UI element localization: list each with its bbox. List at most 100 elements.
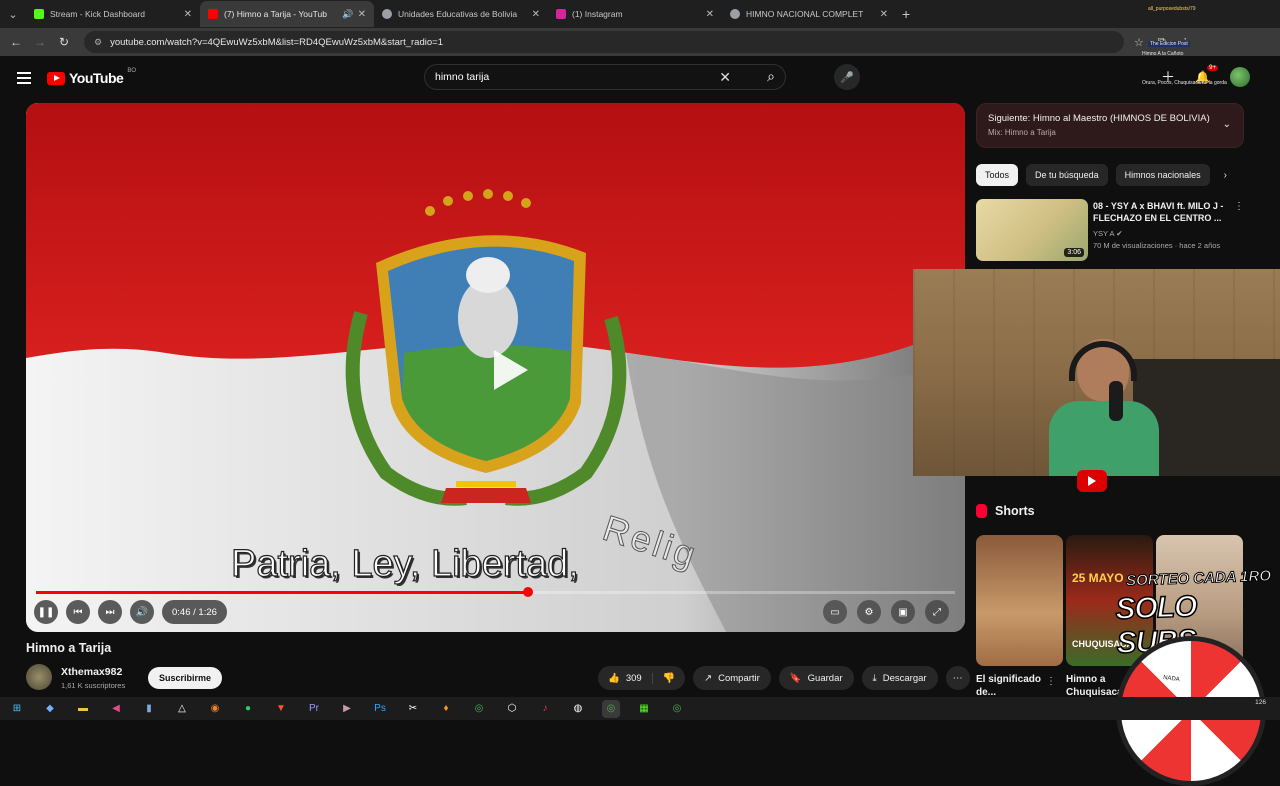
next-icon[interactable]: ⏭	[98, 600, 122, 624]
close-icon[interactable]: ✕	[184, 9, 192, 20]
close-icon[interactable]: ✕	[880, 9, 888, 20]
download-label: Descargar	[882, 672, 927, 684]
settings-icon[interactable]: ⚙	[857, 600, 881, 624]
globe-icon	[382, 9, 392, 19]
search-icon[interactable]: ⌕	[767, 68, 775, 85]
account-avatar[interactable]	[1230, 67, 1250, 87]
search-input[interactable]: himno tarija ✕ ⌕	[424, 64, 786, 90]
browser-tab-instagram[interactable]: (1) Instagram ✕	[548, 1, 722, 27]
youtube-play-icon	[1077, 470, 1107, 492]
capcut-icon[interactable]: ✂	[404, 700, 422, 718]
browser-tab-kick[interactable]: Stream - Kick Dashboard ✕	[26, 1, 200, 27]
like-dislike-group: 👍 309 👎	[598, 666, 686, 690]
subscribe-button[interactable]: Suscribirme	[148, 667, 223, 689]
chevron-right-icon[interactable]: ›	[1224, 170, 1227, 181]
close-icon[interactable]: ✕	[532, 9, 540, 20]
app-icon[interactable]: ▮	[140, 700, 158, 718]
streamer	[1049, 339, 1159, 476]
chip-search[interactable]: De tu búsqueda	[1026, 164, 1108, 186]
whatsapp-icon[interactable]: ●	[239, 700, 257, 718]
more-options-icon[interactable]: ⋮	[1046, 676, 1056, 687]
url-field[interactable]: ⚙ youtube.com/watch?v=4QEwuWz5xbM&list=R…	[84, 31, 1124, 53]
blender-icon[interactable]: ◉	[206, 700, 224, 718]
progress-scrubber[interactable]	[522, 587, 533, 597]
short-thumbnail[interactable]	[976, 535, 1063, 666]
browser-tab-youtube[interactable]: (7) Himno a Tarija - YouTub 🔊 ✕	[200, 1, 374, 27]
clear-icon[interactable]: ✕	[719, 69, 731, 86]
premiere-icon[interactable]: Pr	[305, 700, 323, 718]
app-icon[interactable]: ◍	[569, 700, 587, 718]
menu-icon[interactable]	[17, 72, 31, 84]
youtube-logo[interactable]: YouTube BO	[47, 68, 136, 86]
volume-icon[interactable]: 🔊	[130, 600, 154, 624]
save-button[interactable]: 🔖 Guardar	[778, 666, 854, 690]
channel-avatar[interactable]	[26, 664, 52, 690]
app-icon[interactable]: ♦	[437, 700, 455, 718]
download-button[interactable]: ⤓ Descargar	[861, 666, 938, 690]
copilot-icon[interactable]: ◆	[41, 700, 59, 718]
app-icon[interactable]: ▶	[338, 700, 356, 718]
share-button[interactable]: ↗ Compartir	[693, 666, 771, 690]
app-icon[interactable]: △	[173, 700, 191, 718]
more-actions-icon[interactable]: ⋯	[945, 666, 970, 690]
app-icon[interactable]: ▦	[635, 700, 653, 718]
browser-tab-unidades[interactable]: Unidades Educativas de Bolivia ✕	[374, 1, 548, 27]
browser-tab-himno[interactable]: HIMNO NACIONAL COMPLET ✕	[722, 1, 896, 27]
speaker-icon[interactable]: 🔊	[342, 9, 353, 20]
video-title: Himno a Tarija	[26, 641, 112, 655]
new-tab-icon[interactable]: +	[902, 6, 910, 22]
tiktok-icon[interactable]: ♪	[536, 700, 554, 718]
like-button[interactable]: 👍 309	[598, 672, 653, 684]
pause-icon[interactable]: ❚❚	[34, 600, 58, 624]
url-text: youtube.com/watch?v=4QEwuWz5xbM&list=RD4…	[110, 36, 443, 48]
site-info-icon[interactable]: ⚙	[94, 37, 102, 48]
like-count: 309	[625, 672, 642, 684]
shorts-title: Shorts	[995, 504, 1035, 518]
tab-search-icon[interactable]: ⌄	[0, 3, 26, 25]
forward-icon[interactable]: →	[28, 35, 52, 49]
file-explorer-icon[interactable]: ▬	[74, 700, 92, 718]
windows-start-icon[interactable]: ⊞	[8, 700, 26, 718]
recommended-channel-name: YSY A	[1093, 229, 1115, 238]
shorts-header: Shorts	[976, 504, 1035, 518]
thumbs-up-icon: 👍	[608, 672, 620, 684]
reload-icon[interactable]: ↻	[52, 35, 76, 49]
photoshop-icon[interactable]: Ps	[371, 700, 389, 718]
close-icon[interactable]: ✕	[358, 9, 366, 20]
video-player[interactable]: Patria, Ley, Libertad, Relig ❚❚ ⏮ ⏭ 🔊 0:…	[26, 103, 965, 632]
close-icon[interactable]: ✕	[706, 9, 714, 20]
dislike-button[interactable]: 👎	[653, 673, 685, 684]
browser-tab-strip: ⌄ Stream - Kick Dashboard ✕ (7) Himno a …	[0, 0, 1280, 28]
recommended-channel[interactable]: YSY A ✔	[1093, 229, 1123, 238]
brave-icon[interactable]: ▼	[272, 700, 290, 718]
theater-mode-icon[interactable]: ▣	[891, 600, 915, 624]
channel-name[interactable]: Xthemax982	[61, 666, 122, 678]
recommended-thumbnail[interactable]: 3:06	[976, 199, 1088, 261]
microphone-icon[interactable]: 🎤	[834, 64, 860, 90]
back-icon[interactable]: ←	[4, 35, 28, 49]
play-overlay-icon[interactable]	[494, 350, 528, 390]
chrome-icon[interactable]: ◎	[668, 700, 686, 718]
more-options-icon[interactable]: ⋮	[1234, 201, 1244, 212]
fullscreen-icon[interactable]: ⤢	[925, 600, 949, 624]
subtitles-icon[interactable]: ▭	[823, 600, 847, 624]
logo-text: YouTube	[69, 70, 124, 86]
obs-icon[interactable]: ⬡	[503, 700, 521, 718]
recommended-title[interactable]: 08 - YSY A x BHAVI ft. MILO J - FLECHAZO…	[1093, 200, 1229, 224]
progress-bar[interactable]	[36, 587, 955, 597]
shorts-icon	[976, 504, 987, 518]
bookmark-star-icon[interactable]: ☆	[1134, 36, 1144, 49]
short-caption[interactable]: El significado de...	[976, 673, 1042, 699]
tab-label: (7) Himno a Tarija - YouTub	[224, 9, 327, 19]
app-icon[interactable]: ◀	[107, 700, 125, 718]
country-code: BO	[127, 68, 136, 74]
up-next-card[interactable]: Siguiente: Himno al Maestro (HIMNOS DE B…	[976, 103, 1244, 148]
bookmark-icon: 🔖	[789, 672, 802, 684]
chrome-icon[interactable]: ◎	[470, 700, 488, 718]
chip-himnos[interactable]: Himnos nacionales	[1115, 164, 1210, 186]
previous-icon[interactable]: ⏮	[66, 600, 90, 624]
chrome-icon[interactable]: ◎	[602, 699, 620, 718]
chip-todos[interactable]: Todos	[976, 164, 1019, 186]
tab-label: Unidades Educativas de Bolivia	[398, 9, 518, 19]
chevron-down-icon[interactable]: ⌄	[1223, 119, 1231, 130]
